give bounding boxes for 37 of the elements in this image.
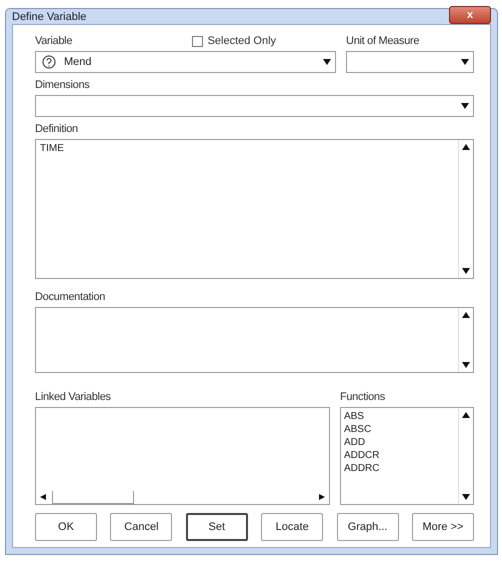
function-item[interactable]: ABSC bbox=[344, 423, 455, 436]
variable-label: Variable bbox=[35, 35, 72, 47]
variable-dropdown[interactable]: Mend bbox=[35, 51, 336, 73]
scroll-left-icon[interactable] bbox=[40, 494, 48, 500]
dialog-button[interactable]: Set bbox=[186, 513, 248, 541]
close-button[interactable]: x bbox=[449, 6, 491, 24]
scroll-up-icon[interactable] bbox=[462, 412, 470, 418]
dimensions-label: Dimensions bbox=[35, 79, 90, 91]
selected-only-checkbox[interactable]: Selected Only bbox=[192, 35, 276, 47]
scroll-down-icon[interactable] bbox=[462, 362, 470, 368]
dialog-button[interactable]: Cancel bbox=[110, 513, 172, 541]
scroll-right-icon[interactable] bbox=[316, 494, 325, 500]
function-item[interactable]: ADDRC bbox=[344, 462, 455, 475]
linked-variables-label: Linked Variables bbox=[35, 391, 112, 403]
scroll-down-icon[interactable] bbox=[462, 494, 470, 500]
definition-field[interactable]: TIME bbox=[35, 139, 474, 279]
functions-label: Functions bbox=[340, 391, 386, 403]
unit-of-measure-label: Unit of Measure bbox=[346, 35, 420, 47]
documentation-field[interactable] bbox=[35, 307, 474, 373]
window-title: Define Variable bbox=[12, 10, 86, 22]
documentation-label: Documentation bbox=[35, 291, 106, 303]
definition-label: Definition bbox=[35, 123, 79, 135]
dialog-button[interactable]: OK bbox=[35, 513, 97, 541]
function-item[interactable]: ADD bbox=[344, 436, 455, 449]
dialog-button[interactable]: Locate bbox=[261, 513, 324, 541]
dropdown-arrow-icon[interactable] bbox=[461, 59, 469, 65]
scrollbar-thumb[interactable] bbox=[52, 490, 134, 504]
scroll-up-icon[interactable] bbox=[462, 312, 470, 318]
dialog-button[interactable]: Graph... bbox=[336, 513, 399, 541]
dialog-button[interactable]: More >> bbox=[412, 513, 474, 541]
scroll-up-icon[interactable] bbox=[462, 144, 470, 150]
scroll-down-icon[interactable] bbox=[462, 268, 470, 274]
dropdown-arrow-icon[interactable] bbox=[323, 59, 332, 65]
dropdown-arrow-icon[interactable] bbox=[461, 103, 469, 109]
help-icon bbox=[42, 55, 56, 69]
function-item[interactable]: ABS bbox=[344, 410, 455, 423]
function-item[interactable]: ADDCR bbox=[344, 449, 455, 462]
